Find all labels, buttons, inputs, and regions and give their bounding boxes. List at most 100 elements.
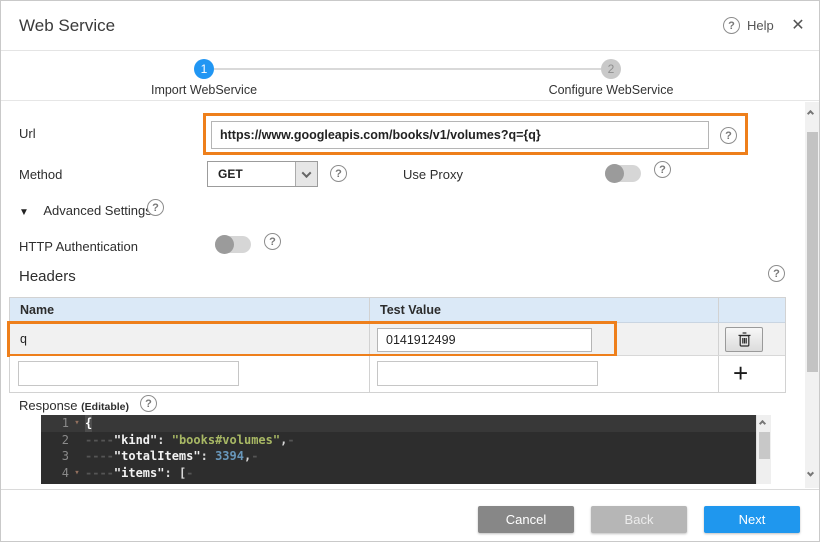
url-label: Url <box>19 126 36 141</box>
advanced-settings-help-icon[interactable]: ? <box>147 199 164 216</box>
header-row-1: q <box>10 323 785 356</box>
method-label: Method <box>19 167 62 182</box>
dialog-title: Web Service <box>19 1 115 51</box>
scroll-up-icon[interactable] <box>807 110 814 117</box>
method-select[interactable]: GET <box>207 161 318 187</box>
help-button[interactable]: ? Help <box>723 17 774 34</box>
fold-icon[interactable]: ▾ <box>69 415 85 432</box>
collapse-triangle-icon: ▼ <box>19 207 29 218</box>
response-help-icon[interactable]: ? <box>140 395 157 412</box>
web-service-dialog: Web Service ? Help ✕ 1 Import WebService… <box>0 0 820 542</box>
response-editable-label: (Editable) <box>81 401 129 413</box>
test-value-column-header: Test Value <box>370 298 719 322</box>
editor-scrollbar[interactable] <box>756 415 771 484</box>
help-icon[interactable]: ? <box>723 17 740 34</box>
new-header-test-value-cell <box>370 356 719 392</box>
code-token-punct: , <box>280 432 287 449</box>
code-line: 2----"kind": "books#volumes",- <box>41 432 771 449</box>
code-token-brace-hl: { <box>85 415 92 432</box>
code-token-punct: , <box>244 448 251 465</box>
code-token-ws: ---- <box>85 432 114 449</box>
add-header-button[interactable]: + <box>733 358 748 388</box>
line-number: 2 <box>41 432 69 449</box>
actions-column-header <box>719 298 785 322</box>
code-token-ws: - <box>251 448 258 465</box>
new-header-name-cell <box>10 356 370 392</box>
cancel-button[interactable]: Cancel <box>478 506 574 533</box>
response-label: Response (Editable) <box>19 398 129 413</box>
code-token-ws: - <box>287 432 294 449</box>
advanced-settings-toggle[interactable]: ▼ Advanced Settings <box>19 202 152 220</box>
step-2-label: Configure WebService <box>511 83 711 97</box>
http-auth-label: HTTP Authentication <box>19 239 138 254</box>
headers-help-icon[interactable]: ? <box>768 265 785 282</box>
name-column-header: Name <box>10 298 370 322</box>
step-1-label: Import WebService <box>104 83 304 97</box>
code-token-key: "items" <box>114 465 165 482</box>
method-selected-value: GET <box>218 162 243 186</box>
scroll-down-icon[interactable] <box>807 470 814 477</box>
code-token-ws: ---- <box>85 448 114 465</box>
code-line: 3 ----"totalItems": 3394,- <box>41 448 771 465</box>
dialog-scrollbar[interactable] <box>805 102 820 488</box>
use-proxy-toggle-knob <box>605 164 624 183</box>
use-proxy-toggle[interactable] <box>605 165 641 182</box>
form-content: Url ? Method GET ? Use Proxy ? ▼ Advance… <box>1 102 820 488</box>
next-button[interactable]: Next <box>704 506 800 533</box>
fold-icon[interactable]: ▾ <box>69 465 85 482</box>
fold-spacer <box>69 432 85 449</box>
headers-table-header-row: Name Test Value <box>10 298 785 323</box>
code-token-punct: : <box>164 465 178 482</box>
code-token-ws: - <box>186 465 193 482</box>
headers-section-title: Headers <box>19 268 76 285</box>
help-label[interactable]: Help <box>747 18 774 33</box>
response-label-text: Response <box>19 398 78 413</box>
footer-bar: Cancel Back Next <box>1 489 819 542</box>
new-header-name-input[interactable] <box>18 361 239 386</box>
url-help-icon[interactable]: ? <box>720 127 737 144</box>
http-auth-help-icon[interactable]: ? <box>264 233 281 250</box>
header-row-new: + <box>10 356 785 392</box>
method-dropdown-button[interactable] <box>295 162 317 186</box>
line-number: 4 <box>41 465 69 482</box>
header-test-value-input[interactable] <box>377 328 592 352</box>
use-proxy-help-icon[interactable]: ? <box>654 161 671 178</box>
method-help-icon[interactable]: ? <box>330 165 347 182</box>
code-token-punct: : <box>201 448 215 465</box>
trash-icon <box>738 332 751 347</box>
step-connector-line <box>214 68 601 70</box>
code-lines: 1▾{2----"kind": "books#volumes",-3----"t… <box>41 415 771 481</box>
step-2-circle[interactable]: 2 <box>601 59 621 79</box>
back-button[interactable]: Back <box>591 506 687 533</box>
wizard-stepper: 1 Import WebService 2 Configure WebServi… <box>1 52 819 101</box>
code-token-string: "books#volumes" <box>172 432 280 449</box>
dialog-scrollbar-thumb[interactable] <box>807 132 818 372</box>
line-number: 3 <box>41 448 69 465</box>
header-name-value[interactable]: q <box>10 323 370 355</box>
code-token-ws: ---- <box>85 465 114 482</box>
new-header-test-value-input[interactable] <box>377 361 598 386</box>
step-1-circle[interactable]: 1 <box>194 59 214 79</box>
header-row-actions <box>719 323 785 355</box>
editor-scroll-up-icon[interactable] <box>759 420 766 427</box>
title-bar: Web Service ? Help ✕ <box>1 1 819 51</box>
code-token-number: 3394 <box>215 448 244 465</box>
url-input[interactable] <box>211 121 709 149</box>
new-header-actions: + <box>719 356 785 392</box>
editor-scrollbar-thumb[interactable] <box>759 432 770 459</box>
close-icon[interactable]: ✕ <box>788 15 808 35</box>
use-proxy-label: Use Proxy <box>403 167 463 182</box>
response-code-editor[interactable]: 1▾{2----"kind": "books#volumes",-3----"t… <box>41 415 771 484</box>
delete-header-button[interactable] <box>725 327 763 352</box>
advanced-settings-label: Advanced Settings <box>43 203 151 218</box>
http-auth-toggle[interactable] <box>215 236 251 253</box>
header-test-value-cell <box>370 323 719 355</box>
code-line: 4▾----"items": [- <box>41 465 771 482</box>
chevron-down-icon <box>302 168 312 178</box>
code-token-punct: [ <box>179 465 186 482</box>
url-highlight-box: ? <box>203 113 748 155</box>
http-auth-toggle-knob <box>215 235 234 254</box>
code-token-punct: : <box>157 432 171 449</box>
fold-spacer <box>69 448 85 465</box>
code-token-key: "totalItems" <box>114 448 201 465</box>
